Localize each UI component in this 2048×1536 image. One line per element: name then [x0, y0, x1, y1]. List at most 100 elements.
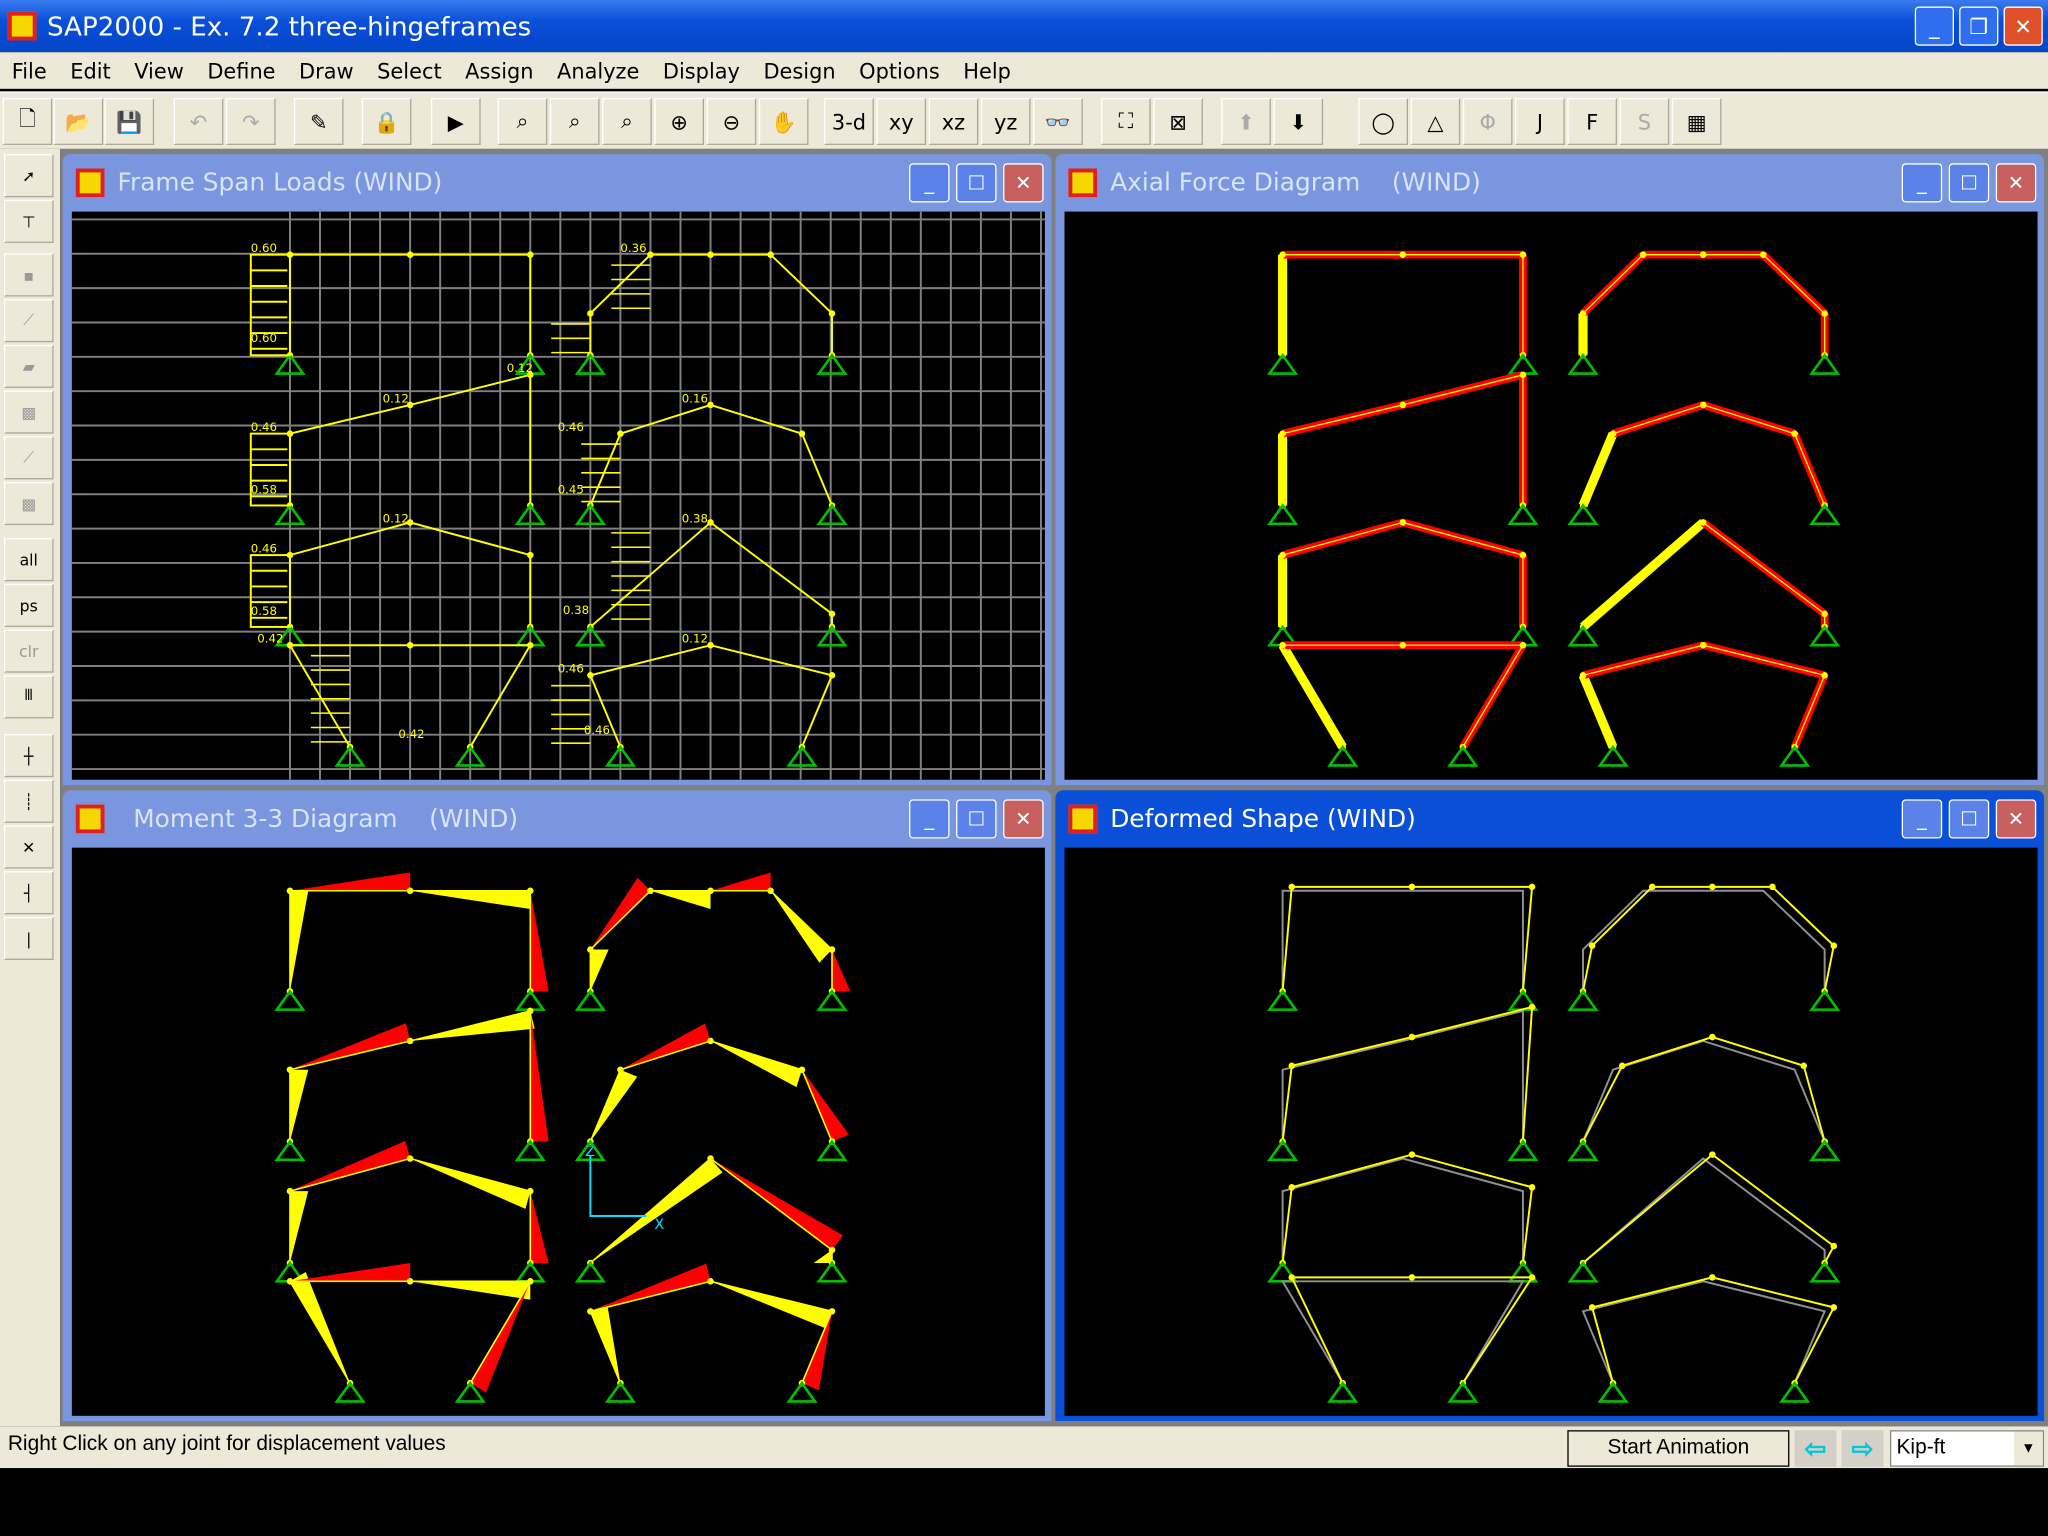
minimize-button[interactable]: _	[1914, 6, 1954, 46]
units-select[interactable]: Kip-ft ▼	[1889, 1430, 2045, 1467]
maximize-button[interactable]: ☐	[956, 163, 997, 203]
close-button[interactable]: ✕	[2003, 6, 2043, 46]
minimize-button[interactable]: _	[909, 799, 950, 839]
show-deformed-icon[interactable]: △	[1410, 97, 1461, 145]
menu-draw[interactable]: Draw	[287, 58, 365, 83]
snap-joints-icon[interactable]: ┼	[3, 734, 54, 778]
close-button[interactable]: ✕	[1003, 799, 1044, 839]
reshape-icon[interactable]: ⊤	[3, 199, 54, 243]
show-undeformed-icon[interactable]: ◯	[1358, 97, 1408, 145]
joint	[828, 310, 836, 317]
undo-icon[interactable]: ↶	[173, 97, 224, 145]
menu-edit[interactable]: Edit	[58, 58, 122, 83]
up-arrow-icon[interactable]: ⬆	[1221, 97, 1271, 145]
table-icon[interactable]: ▦	[1671, 97, 1722, 145]
minimize-button[interactable]: _	[1901, 163, 1943, 203]
menu-help[interactable]: Help	[952, 58, 1023, 83]
snap-lines-icon[interactable]: |	[3, 916, 54, 960]
moment-diagram-canvas[interactable]: Z X	[71, 847, 1045, 1416]
pan-hand-icon[interactable]: ✋	[758, 97, 809, 145]
pencil-icon[interactable]: ✎	[293, 97, 344, 145]
close-button[interactable]: ✕	[1995, 799, 2037, 839]
joint	[1699, 641, 1707, 649]
zoom-window-icon[interactable]: ⌕	[497, 97, 548, 145]
axial-force-window[interactable]: Axial Force Diagram (WIND) _ ☐ ✕	[1055, 154, 2045, 785]
zoom-previous-icon[interactable]: ⌕	[602, 97, 652, 145]
menu-view[interactable]: View	[122, 58, 195, 83]
set-elements-icon[interactable]: ⊠	[1153, 97, 1203, 145]
frame-member	[1281, 521, 1524, 627]
moment-diagram-window[interactable]: Moment 3-3 Diagram (WIND) _ ☐ ✕ Z X	[62, 790, 1052, 1422]
select-all-button[interactable]: all	[3, 538, 54, 582]
menu-design[interactable]: Design	[752, 58, 848, 83]
mode-shape-icon[interactable]: Φ	[1462, 97, 1513, 145]
load-value-label: 0.60	[251, 241, 277, 255]
joint	[286, 887, 294, 895]
save-icon[interactable]: 💾	[104, 97, 155, 145]
moment-diagram-fill	[590, 1069, 638, 1142]
joint	[1709, 1033, 1716, 1041]
chevron-down-icon[interactable]: ▼	[2014, 1431, 2043, 1466]
menu-analyze[interactable]: Analyze	[545, 58, 651, 83]
frame-forces-button[interactable]: F	[1567, 97, 1617, 145]
joint	[527, 1278, 534, 1285]
zoom-in-icon[interactable]: ⊕	[654, 97, 704, 145]
open-folder-icon[interactable]: 📂	[53, 97, 104, 145]
panel-title: Moment 3-3 Diagram (WIND)	[133, 804, 519, 834]
maximize-button[interactable]: ☐	[956, 799, 997, 839]
menu-options[interactable]: Options	[847, 58, 951, 83]
close-button[interactable]: ✕	[1003, 163, 1044, 203]
zoom-restore-icon[interactable]: ⌕	[549, 97, 600, 145]
axial-force-canvas[interactable]	[1064, 211, 2038, 780]
perspective-glasses-icon[interactable]: 👓	[1033, 97, 1083, 145]
redo-icon[interactable]: ↷	[225, 97, 276, 145]
zoom-out-icon[interactable]: ⊖	[706, 97, 757, 145]
snap-midpoint-icon[interactable]: ┊	[3, 779, 54, 823]
minimize-button[interactable]: _	[909, 163, 950, 203]
view-3d-button[interactable]: 3-d	[824, 97, 874, 145]
menu-assign[interactable]: Assign	[453, 58, 545, 83]
maximize-button[interactable]: ☐	[1948, 799, 1990, 839]
menu-define[interactable]: Define	[196, 58, 288, 83]
view-xz-button[interactable]: xz	[928, 97, 979, 145]
menu-select[interactable]: Select	[365, 58, 453, 83]
intersecting-line-icon[interactable]: 𝍫	[3, 675, 54, 719]
quick-draw-frame-icon[interactable]: ⟋	[3, 436, 54, 480]
deformed-shape-window[interactable]: Deformed Shape (WIND) _ ☐ ✕	[1055, 790, 2045, 1422]
joint	[1821, 610, 1828, 618]
view-yz-button[interactable]: yz	[980, 97, 1031, 145]
deformed-shape-canvas[interactable]	[1064, 847, 2038, 1416]
down-arrow-icon[interactable]: ⬇	[1273, 97, 1324, 145]
joint	[707, 1155, 714, 1162]
draw-joint-icon[interactable]: ▪	[3, 253, 54, 297]
clear-selection-button[interactable]: clr	[3, 629, 54, 673]
draw-poly-shell-icon[interactable]: ▰	[3, 344, 54, 388]
frame-span-loads-window[interactable]: Frame Span Loads (WIND) _ ☐ ✕ 0.60 0.60 0.36…	[62, 154, 1052, 785]
frame-span-loads-canvas[interactable]: 0.60 0.60 0.36 0.12 0.12 0.46 0.58 0.16 0.46 0.45…	[71, 211, 1045, 780]
snap-intersection-icon[interactable]: ✕	[3, 825, 54, 869]
run-analysis-icon[interactable]: ▶	[431, 97, 481, 145]
quick-draw-shell-icon[interactable]: ▩	[3, 481, 54, 526]
axis-x-label: X	[654, 1217, 664, 1233]
undeformed-shape	[1582, 1039, 1826, 1142]
left-arrow-icon[interactable]: ⇦	[1794, 1430, 1837, 1467]
menu-file[interactable]: File	[0, 58, 58, 83]
lock-icon[interactable]: 🔒	[361, 97, 412, 145]
draw-frame-icon[interactable]: ⟋	[3, 299, 54, 343]
snap-perpendicular-icon[interactable]: ┤	[3, 871, 54, 915]
menu-display[interactable]: Display	[651, 58, 752, 83]
start-animation-button[interactable]: Start Animation	[1567, 1430, 1790, 1467]
close-button[interactable]: ✕	[1995, 163, 2037, 203]
minimize-button[interactable]: _	[1901, 799, 1943, 839]
maximize-button[interactable]: ☐	[1948, 163, 1990, 203]
joint-forces-button[interactable]: J	[1515, 97, 1565, 145]
new-file-icon[interactable]: 🗋	[2, 97, 53, 145]
shell-stresses-button[interactable]: S	[1619, 97, 1670, 145]
draw-rect-shell-icon[interactable]: ▩	[3, 390, 54, 434]
select-previous-button[interactable]: ps	[3, 583, 54, 627]
right-arrow-icon[interactable]: ⇨	[1841, 1430, 1884, 1467]
restore-button[interactable]: ❐	[1959, 6, 1999, 46]
shrink-elements-icon[interactable]: ⛶	[1101, 97, 1151, 145]
pointer-arrow-icon[interactable]: ➚	[3, 154, 54, 198]
view-xy-button[interactable]: xy	[876, 97, 927, 145]
